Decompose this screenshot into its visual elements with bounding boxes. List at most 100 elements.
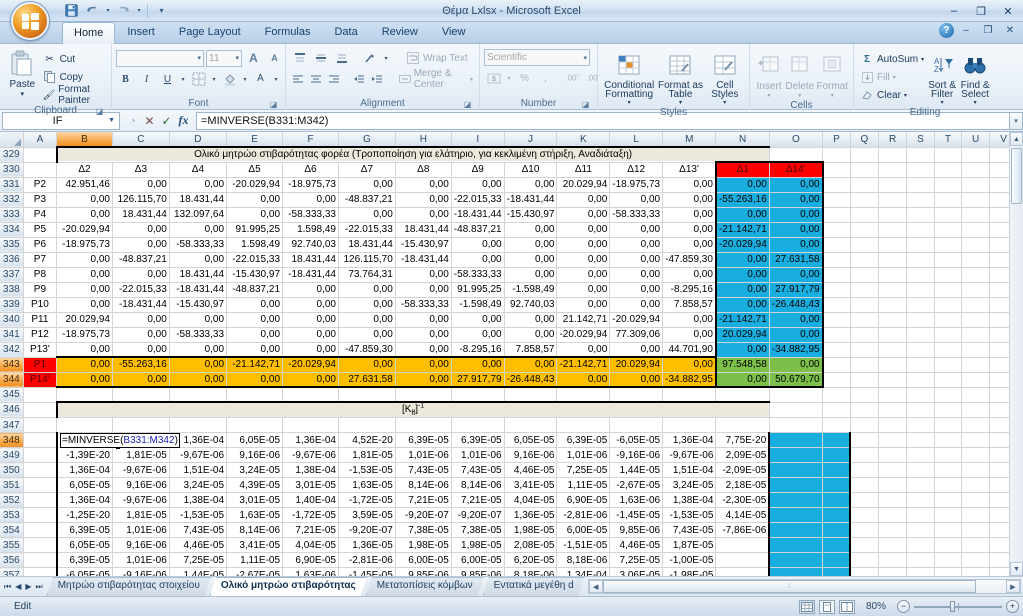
row-header-353[interactable]: 353 [0,507,24,524]
matrix-cell[interactable]: 0,00 [504,356,558,373]
cell[interactable] [23,432,58,449]
column-header-F[interactable]: F [282,132,339,148]
format-painter-button[interactable]: 🖌 Format Painter [41,84,107,106]
align-bottom-button[interactable] [332,49,351,67]
matrix-cell[interactable]: 0,00 [769,207,824,223]
cell[interactable] [23,447,58,464]
inverse-cell[interactable]: 9,16E-06 [504,447,558,464]
bold-button[interactable]: B [116,70,135,88]
borders-button[interactable] [189,70,208,88]
matrix-cell[interactable]: -18.431,44 [169,282,228,298]
cell[interactable] [934,552,963,569]
cell[interactable] [822,342,851,358]
inverse-cell[interactable]: 1,01E-06 [112,522,170,539]
cell[interactable] [850,282,880,298]
matrix-cell[interactable]: 0,00 [112,237,170,253]
matrix-cell[interactable]: -18.431,44 [282,267,339,283]
inverse-cell[interactable]: 1,36E-05 [338,537,396,554]
inverse-cell[interactable]: 3,06E-05 [609,567,664,576]
row-header-337[interactable]: 337 [0,267,24,283]
inverse-cell[interactable]: 1,01E-06 [112,552,170,569]
matrix-cell[interactable]: 0,00 [556,192,611,208]
inverse-cell[interactable]: 9,85E-06 [609,522,664,539]
cell[interactable] [961,237,991,253]
inverse-cell[interactable] [715,567,770,576]
format-as-table-button[interactable]: Format as Table ▾ [657,48,703,106]
cell[interactable] [56,387,113,403]
matrix-cell[interactable]: 1.598,49 [226,237,284,253]
inverse-cell[interactable]: 1,11E-05 [556,477,611,494]
cell[interactable] [906,477,935,494]
cell[interactable] [23,387,58,403]
matrix-cell[interactable]: 0,00 [504,176,558,193]
inverse-cell[interactable]: 3,24E-05 [169,477,228,494]
cell[interactable] [226,387,284,403]
matrix-cell[interactable]: 0,00 [662,356,717,373]
inverse-cell[interactable]: -1,72E-05 [282,507,339,524]
accounting-dropdown-icon[interactable]: ▾ [505,69,513,87]
cell[interactable] [906,192,935,208]
font-dialog-launcher[interactable]: ◪ [268,99,279,110]
matrix-cell[interactable]: 0,00 [662,207,717,223]
matrix-cell[interactable]: 0,00 [338,327,396,343]
cell[interactable] [23,417,58,434]
cell[interactable] [906,297,935,313]
cell[interactable] [23,402,58,419]
find-select-button[interactable]: Find & Select ▾ [958,48,992,106]
cell[interactable] [961,432,991,449]
ribbon-tab-bar[interactable]: Home Insert Page Layout Formulas Data Re… [0,22,1023,44]
inverse-cell[interactable]: 6,05E-05 [55,477,113,494]
matrix-cell[interactable]: 0,00 [169,222,228,238]
inverse-cell[interactable]: 1,38E-04 [282,462,339,479]
matrix-row-label[interactable]: P4 [23,207,58,223]
matrix-cell[interactable]: 0,00 [662,312,717,328]
matrix-cell[interactable]: 27.917,79 [769,282,824,298]
matrix-cell[interactable]: -58.333,33 [169,327,228,343]
matrix-cell[interactable]: 0,00 [769,357,824,373]
cell[interactable] [934,447,963,464]
insert-cells-dropdown-icon[interactable]: ▾ [767,92,770,99]
matrix-cell[interactable]: 0,00 [282,312,339,328]
row-header-341[interactable]: 341 [0,327,24,343]
matrix-cell[interactable]: 91.995,25 [226,222,284,238]
highlight-cell[interactable] [768,492,824,509]
matrix-cell[interactable]: 92.740,03 [282,237,339,253]
vertical-scroll-thumb[interactable] [1011,148,1022,204]
matrix-cell[interactable]: -22.015,33 [451,192,505,208]
cell[interactable] [934,297,963,313]
cell[interactable] [878,192,908,208]
inverse-cell[interactable]: -1,53E-05 [338,462,396,479]
increase-indent-button[interactable] [369,70,385,88]
cell[interactable] [878,537,908,554]
column-header-R[interactable]: R [878,132,908,148]
column-header-D[interactable]: D [169,132,228,148]
inverse-cell[interactable]: 9,85E-06 [451,567,505,576]
cell[interactable] [906,372,935,388]
inverse-cell[interactable]: 9,16E-06 [226,447,284,464]
matrix-cell[interactable]: -21.142,71 [226,356,284,373]
cell[interactable] [282,387,339,403]
matrix-cell[interactable]: 0,00 [451,252,505,268]
align-top-button[interactable] [290,49,309,67]
inverse-cell[interactable]: -9,67E-06 [112,492,170,509]
font-size-dropdown-icon[interactable]: ▾ [232,54,239,62]
matrix-cell[interactable]: 0,00 [451,237,505,253]
row-header-342[interactable]: 342 [0,342,24,358]
format-as-table-dropdown-icon[interactable]: ▾ [679,99,682,106]
matrix-cell[interactable]: 0,00 [662,237,717,253]
column-header-S[interactable]: S [906,132,935,148]
inverse-cell[interactable]: 6,90E-05 [282,552,339,569]
delta-column-header[interactable]: Δ2 [56,162,113,178]
matrix-cell[interactable]: -48.837,21 [112,252,170,268]
cell[interactable] [934,387,963,403]
matrix-cell[interactable]: 0,00 [714,282,770,298]
delta-column-header[interactable]: Δ1 [714,161,770,178]
matrix-cell[interactable]: 0,00 [609,297,664,313]
cell[interactable] [878,477,908,494]
cell[interactable] [504,387,558,403]
cell[interactable] [662,387,717,403]
cell[interactable] [906,177,935,193]
cell[interactable] [961,477,991,494]
cell[interactable] [906,387,935,403]
matrix-cell[interactable]: -48.837,21 [338,192,396,208]
